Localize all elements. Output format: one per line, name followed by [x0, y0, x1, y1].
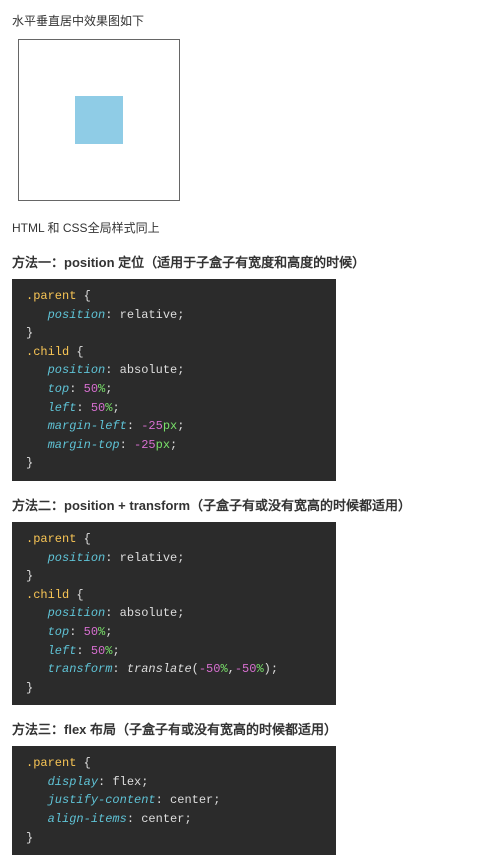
colon: :: [105, 551, 119, 565]
colon: :: [156, 793, 170, 807]
css-val: absolute: [120, 606, 178, 620]
brace: {: [69, 588, 83, 602]
css-prop: margin-left: [48, 419, 127, 433]
subnote-text: HTML 和 CSS全局样式同上: [12, 219, 488, 236]
css-unit: %: [256, 662, 263, 676]
css-prop: top: [48, 382, 70, 396]
css-num: -25: [134, 438, 156, 452]
semi: ;: [170, 438, 177, 452]
comma: ,: [228, 662, 235, 676]
semi: ;: [184, 812, 191, 826]
code-block: .parent { display: flex; justify-content…: [12, 746, 336, 855]
css-prop: display: [48, 775, 98, 789]
css-prop: top: [48, 625, 70, 639]
paren: (: [192, 662, 199, 676]
css-num: 50: [91, 644, 105, 658]
semi: ;: [177, 363, 184, 377]
css-val: relative: [120, 308, 178, 322]
colon: :: [112, 662, 126, 676]
colon: :: [127, 812, 141, 826]
css-prop: align-items: [48, 812, 127, 826]
css-num: -25: [141, 419, 163, 433]
brace: }: [26, 569, 33, 583]
semi: ;: [112, 401, 119, 415]
css-fn: translate: [127, 662, 192, 676]
css-num: -50: [235, 662, 257, 676]
code-block: .parent { position: relative; } .child {…: [12, 522, 336, 705]
colon: :: [127, 419, 141, 433]
method-title: 方法二：position + transform（子盒子有或没有宽高的时候都适用…: [12, 495, 488, 514]
semi: ;: [177, 419, 184, 433]
semi: ;: [112, 644, 119, 658]
colon: :: [69, 625, 83, 639]
brace: }: [26, 326, 33, 340]
css-num: 50: [84, 382, 98, 396]
brace: {: [76, 756, 90, 770]
css-unit: px: [156, 438, 170, 452]
semi: ;: [177, 606, 184, 620]
css-unit: %: [220, 662, 227, 676]
css-prop: left: [48, 644, 77, 658]
css-val: absolute: [120, 363, 178, 377]
brace: {: [76, 532, 90, 546]
selector: .parent: [26, 289, 76, 303]
css-unit: px: [163, 419, 177, 433]
brace: }: [26, 831, 33, 845]
colon: :: [120, 438, 134, 452]
semi: ;: [105, 625, 112, 639]
css-val: relative: [120, 551, 178, 565]
css-val: center: [141, 812, 184, 826]
css-prop: position: [48, 551, 106, 565]
colon: :: [105, 606, 119, 620]
paren: ): [264, 662, 271, 676]
colon: :: [76, 644, 90, 658]
colon: :: [105, 363, 119, 377]
code-block: .parent { position: relative; } .child {…: [12, 279, 336, 481]
selector: .child: [26, 588, 69, 602]
css-num: -50: [199, 662, 221, 676]
semi: ;: [213, 793, 220, 807]
css-prop: margin-top: [48, 438, 120, 452]
semi: ;: [177, 551, 184, 565]
intro-text: 水平垂直居中效果图如下: [12, 12, 488, 29]
css-val: flex: [112, 775, 141, 789]
css-prop: left: [48, 401, 77, 415]
semi: ;: [141, 775, 148, 789]
colon: :: [69, 382, 83, 396]
semi: ;: [271, 662, 278, 676]
demo-parent-box: [18, 39, 180, 201]
method-title: 方法三：flex 布局（子盒子有或没有宽高的时候都适用）: [12, 719, 488, 738]
method-title: 方法一：position 定位（适用于子盒子有宽度和高度的时候）: [12, 252, 488, 271]
css-prop: transform: [48, 662, 113, 676]
css-prop: position: [48, 363, 106, 377]
css-prop: position: [48, 606, 106, 620]
demo-child-box: [75, 96, 123, 144]
selector: .child: [26, 345, 69, 359]
css-val: center: [170, 793, 213, 807]
brace: {: [76, 289, 90, 303]
selector: .parent: [26, 756, 76, 770]
css-prop: position: [48, 308, 106, 322]
brace: {: [69, 345, 83, 359]
semi: ;: [105, 382, 112, 396]
colon: :: [76, 401, 90, 415]
selector: .parent: [26, 532, 76, 546]
semi: ;: [177, 308, 184, 322]
brace: }: [26, 456, 33, 470]
colon: :: [105, 308, 119, 322]
css-num: 50: [91, 401, 105, 415]
css-num: 50: [84, 625, 98, 639]
colon: :: [98, 775, 112, 789]
brace: }: [26, 681, 33, 695]
css-prop: justify-content: [48, 793, 156, 807]
